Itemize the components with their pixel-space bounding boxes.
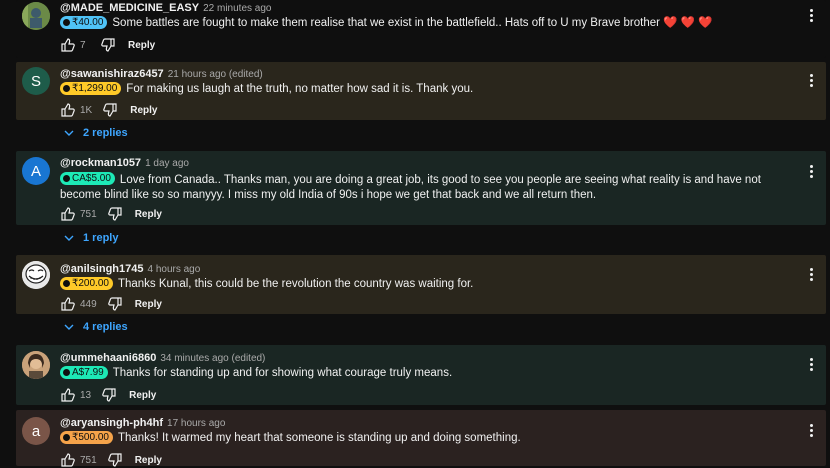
like-count: 751 (80, 454, 97, 466)
comment-text-body: Love from Canada.. Thanks man, you are d… (60, 174, 761, 201)
coin-icon (63, 19, 70, 26)
comment-time[interactable]: 21 hours ago (edited) (168, 69, 263, 80)
more-options-icon[interactable] (806, 161, 816, 181)
thumbs-down-icon[interactable] (101, 387, 117, 403)
comment-author[interactable]: @sawanishiraz6457 (60, 68, 164, 80)
chevron-down-icon (64, 130, 74, 136)
super-thanks-chip: A$7.99 (60, 366, 108, 379)
more-options-icon[interactable] (806, 5, 816, 25)
reply-button[interactable]: Reply (135, 299, 162, 310)
chevron-down-icon (64, 324, 74, 330)
reply-button[interactable]: Reply (129, 390, 156, 401)
comment-card: @MADE_MEDICINE_EASY 22 minutes ago ₹40.00… (16, 0, 826, 58)
replies-count-label: 4 replies (83, 321, 128, 333)
avatar[interactable]: S (22, 67, 50, 95)
comment-text: CA$5.00 Love from Canada.. Thanks man, yo… (60, 172, 800, 203)
thumbs-up-icon[interactable] (60, 296, 76, 312)
super-thanks-amount: CA$5.00 (72, 173, 111, 184)
comment-card: S @sawanishiraz6457 21 hours ago (edited)… (16, 62, 826, 120)
chevron-down-icon (64, 235, 74, 241)
comment-time[interactable]: 22 minutes ago (203, 3, 271, 14)
super-thanks-chip: ₹1,299.00 (60, 82, 122, 95)
super-thanks-chip: CA$5.00 (60, 172, 115, 185)
coin-icon (63, 175, 70, 182)
like-count: 7 (80, 39, 86, 51)
super-thanks-chip: ₹40.00 (60, 16, 108, 29)
avatar[interactable] (22, 2, 50, 30)
avatar-letter: S (30, 72, 41, 90)
replies-count-label: 2 replies (83, 127, 128, 139)
thumbs-down-icon[interactable] (107, 206, 123, 222)
super-thanks-chip: ₹500.00 (60, 431, 113, 444)
comment-author[interactable]: @anilsingh1745 (60, 263, 143, 275)
thumbs-down-icon[interactable] (102, 102, 118, 118)
comment-time[interactable]: 4 hours ago (147, 264, 200, 275)
comment-text: Thanks for standing up and for showing w… (112, 367, 453, 379)
thumbs-up-icon[interactable] (60, 37, 76, 53)
super-thanks-chip: ₹200.00 (60, 277, 113, 290)
like-count: 1K (80, 104, 93, 116)
reply-button[interactable]: Reply (130, 105, 157, 116)
reply-button[interactable]: Reply (135, 209, 162, 220)
avatar[interactable] (22, 351, 50, 379)
avatar-letter: a (31, 422, 41, 440)
view-replies-button[interactable]: 4 replies (64, 321, 128, 333)
super-thanks-amount: ₹40.00 (72, 17, 104, 28)
comment-author[interactable]: @aryansingh-ph4hf (60, 417, 163, 429)
avatar[interactable] (22, 261, 50, 289)
comment-card: a @aryansingh-ph4hf 17 hours ago ₹500.00 … (16, 410, 826, 467)
super-thanks-amount: A$7.99 (72, 367, 104, 378)
thumbs-down-icon[interactable] (107, 296, 123, 312)
avatar-letter: A (30, 162, 41, 180)
more-options-icon[interactable] (806, 264, 816, 284)
comment-author[interactable]: @rockman1057 (60, 157, 141, 169)
comment-card: @anilsingh1745 4 hours ago ₹200.00 Thanks… (16, 255, 826, 314)
coin-icon (63, 85, 70, 92)
like-count: 13 (80, 389, 92, 401)
coin-icon (63, 280, 70, 287)
view-replies-button[interactable]: 1 reply (64, 232, 118, 244)
comment-time[interactable]: 17 hours ago (167, 418, 225, 429)
thumbs-up-icon[interactable] (60, 206, 76, 222)
super-thanks-amount: ₹1,299.00 (72, 83, 118, 94)
thumbs-up-icon[interactable] (60, 102, 76, 118)
avatar[interactable]: A (22, 157, 50, 185)
coin-icon (63, 434, 70, 441)
comment-time[interactable]: 1 day ago (145, 158, 189, 169)
like-count: 449 (80, 298, 97, 310)
reply-button[interactable]: Reply (128, 40, 155, 51)
comment-author[interactable]: @ummehaani6860 (60, 352, 156, 364)
thumbs-down-icon[interactable] (100, 37, 116, 53)
coin-icon (63, 369, 70, 376)
comment-card: A @rockman1057 1 day ago CA$5.00 Love from… (16, 151, 826, 225)
comment-text: Thanks! It warmed my heart that someone … (117, 432, 521, 444)
comment-text: Thanks Kunal, this could be the revoluti… (117, 278, 474, 290)
view-replies-button[interactable]: 2 replies (64, 127, 128, 139)
avatar[interactable]: a (22, 417, 50, 445)
more-options-icon[interactable] (806, 420, 816, 440)
comment-time[interactable]: 34 minutes ago (edited) (160, 353, 265, 364)
comment-author[interactable]: @MADE_MEDICINE_EASY (60, 2, 199, 14)
thumbs-up-icon[interactable] (60, 387, 76, 403)
comment-text: For making us laugh at the truth, no mat… (126, 83, 474, 95)
replies-count-label: 1 reply (83, 232, 119, 244)
super-thanks-amount: ₹500.00 (72, 432, 109, 443)
like-count: 751 (80, 208, 97, 220)
reply-button[interactable]: Reply (135, 455, 162, 466)
comment-text: Some battles are fought to make them rea… (112, 17, 713, 29)
more-options-icon[interactable] (806, 70, 816, 90)
super-thanks-amount: ₹200.00 (72, 278, 109, 289)
comment-card: @ummehaani6860 34 minutes ago (edited) A$… (16, 345, 826, 405)
more-options-icon[interactable] (806, 354, 816, 374)
